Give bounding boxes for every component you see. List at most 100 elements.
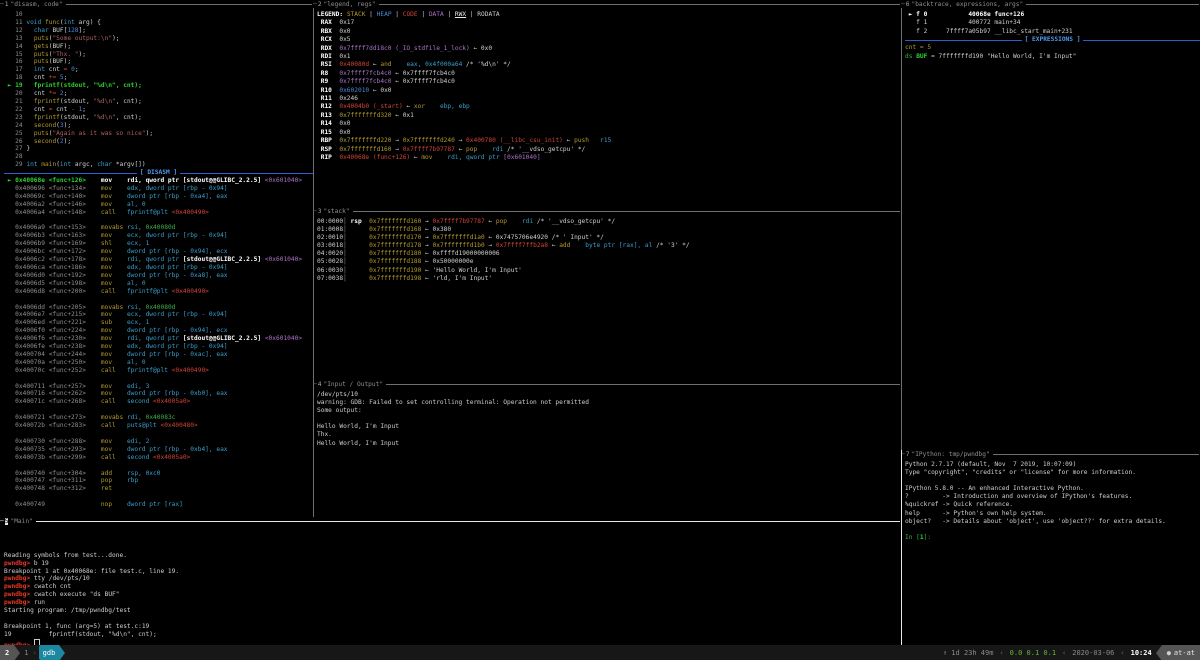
pane-title-text: "Main"	[10, 518, 32, 525]
pane-border-vertical-right-bottom[interactable]	[901, 450, 902, 645]
terminal-line: RDX 0x7ffff7dd18c0 (_IO_stdfile_1_lock) …	[317, 45, 901, 53]
terminal-line: 0x4006d5 <func+198> mov al, 0	[4, 280, 313, 288]
terminal-line: Type "copyright", "credits" or "license"…	[905, 469, 1200, 477]
session-indicator[interactable]: 2	[0, 645, 14, 660]
terminal-line: Python 2.7.17 (default, Nov 7 2019, 10:0…	[905, 461, 1200, 469]
terminal-line: 27 }	[4, 145, 313, 153]
terminal-line: pwndbg> cwatch cnt	[4, 583, 901, 591]
terminal-line: RAX 0x17	[317, 19, 901, 27]
uptime-icon: ↑	[943, 649, 947, 657]
border-line	[993, 454, 1199, 455]
terminal-line: Hello World, I'm Input	[317, 440, 901, 448]
pane-border-vertical-left[interactable]	[313, 8, 314, 517]
terminal-line: 0x40070a <func+250> mov al, 0	[4, 359, 313, 367]
terminal-line	[4, 544, 901, 552]
pane-title-text: "disasm, code"	[10, 1, 62, 8]
border-line	[379, 4, 900, 5]
terminal-line: Thx.	[317, 431, 901, 439]
pane-number: 3	[318, 208, 322, 215]
pane-title-registers: ─2"legend, regs"	[313, 0, 901, 8]
pane-ipython[interactable]: ─7"IPython: tmp/pwndbg" Python 2.7.17 (d…	[901, 450, 1200, 645]
terminal-line	[4, 528, 901, 536]
terminal-line: object? -> Details about 'object', use '…	[905, 518, 1200, 526]
tmux-status-bar: 2 1 › gdb ↑ 1d 23h 49m ‹ 0.0 0.1 0.1 ‹ 2…	[0, 645, 1200, 660]
terminal-line: RDI 0x1	[317, 53, 901, 61]
terminal-line: IPython 5.8.0 -- An enhanced Interactive…	[905, 485, 1200, 493]
terminal-line: 0x4006a2 <func+146> mov al, 0	[4, 201, 313, 209]
ipython-content: Python 2.7.17 (default, Nov 7 2019, 10:0…	[901, 458, 1200, 542]
terminal-line: 10	[4, 11, 313, 19]
gdb-console-content: Reading symbols from test...done.pwndbg>…	[0, 525, 901, 645]
pane-title-input-output: ─4"Input / Output"	[313, 380, 901, 388]
pane-border-vertical-right-top[interactable]	[901, 8, 902, 450]
terminal-line: LEGEND: STACK | HEAP | CODE | DATA | RWX…	[317, 11, 901, 19]
terminal-line: ► 19 fprintf(stdout, "%d\n", cnt);	[4, 82, 313, 90]
terminal-line: 15 puts("Thx. ");	[4, 51, 313, 59]
chevron-left-icon: ‹	[1118, 649, 1126, 657]
terminal-line: RBP 0x7fffffffd220 → 0x7fffffffd240 → 0x…	[317, 137, 901, 145]
pane-number: 4	[318, 381, 322, 388]
terminal-line	[4, 430, 313, 438]
pane-title-text: "Input / Output"	[323, 381, 383, 388]
terminal-line: Reading symbols from test...done.	[4, 552, 901, 560]
terminal-line: pwndbg> cwatch execute "ds BUF"	[4, 591, 901, 599]
terminal-line: 28	[4, 153, 313, 161]
pane-disasm-code[interactable]: ─1"disasm, code" 10 11 void func(int arg…	[0, 0, 313, 517]
pane-main-console[interactable]: ─5"Main" Reading symbols from test...don…	[0, 517, 901, 645]
chevron-left-icon: ‹	[1060, 649, 1068, 657]
terminal-line: 0x4006b9 <func+169> shl ecx, 1	[4, 240, 313, 248]
terminal-line: 18 cnt += 5;	[4, 74, 313, 82]
pane-number: 7	[906, 451, 910, 458]
terminal-line: ► f 0 40068e func+126	[905, 11, 1200, 19]
pane-registers[interactable]: ─2"legend, regs" LEGEND: STACK | HEAP | …	[313, 0, 901, 207]
terminal-line: pwndbg> run	[4, 599, 901, 607]
terminal-line: 0x40069c <func+140> mov dword ptr [rbp -…	[4, 193, 313, 201]
terminal-line: 0x4006a9 <func+153> movabs rsi, 0x40080d	[4, 224, 313, 232]
terminal-line	[905, 526, 1200, 534]
terminal-line: 07:0038│ 0x7fffffffd198 ← 'rld, I'm Inpu…	[317, 275, 901, 283]
terminal-line: RSI 0x40080d ← and eax, 0x4f000a64 /* '%…	[317, 61, 901, 69]
terminal-line: R10 0x602010 ← 0x0	[317, 87, 901, 95]
terminal-line: 0x400696 <func+134> mov edx, dword ptr […	[4, 185, 313, 193]
terminal-line: warning: GDB: Failed to set controlling …	[317, 399, 901, 407]
terminal-line: [ EXPRESSIONS ]	[905, 36, 1200, 44]
border-line	[66, 4, 312, 5]
terminal-line: help -> Python's own help system.	[905, 510, 1200, 518]
terminal-line: R13 0x7fffffffd320 ← 0x1	[317, 112, 901, 120]
terminal-line: RIP 0x40068e (func+126) ← mov rdi, qword…	[317, 154, 901, 162]
terminal-line: RCX 0x5	[317, 36, 901, 44]
terminal-line: 19 fprintf(stdout, "%d\n", cnt);	[4, 631, 901, 639]
pane-backtrace-expressions[interactable]: ─6"backtrace, expressions, args" ► f 0 4…	[901, 0, 1200, 450]
pane-input-output[interactable]: ─4"Input / Output" /dev/pts/10warning: G…	[313, 380, 901, 517]
terminal-line: 12 char BUF[128];	[4, 27, 313, 35]
window-name-label: gdb	[43, 649, 56, 657]
window-name-gdb[interactable]: gdb	[39, 645, 60, 660]
terminal-line: R15 0x0	[317, 129, 901, 137]
terminal-line: R8 0x7ffff7fcb4c0 ← 0x7ffff7fcb4c0	[317, 70, 901, 78]
terminal-line: 0x400735 <func+293> mov dword ptr [rbp -…	[4, 446, 313, 454]
terminal-line: Breakpoint 1 at 0x40068e: file test.c, l…	[4, 568, 901, 576]
pane-stack[interactable]: ─3"stack" 00:0000│ rsp 0x7fffffffd160 → …	[313, 207, 901, 380]
border-line	[353, 211, 900, 212]
terminal-line	[4, 615, 901, 623]
terminal-line: pwndbg> b 19	[4, 560, 901, 568]
chevron-left-icon: ‹	[997, 649, 1005, 657]
load-average: 0.0 0.1 0.1	[1006, 649, 1060, 657]
terminal-line: 0x4006fe <func+238> mov edx, dword ptr […	[4, 343, 313, 351]
terminal-line: 0x4006e7 <func+215> mov ecx, dword ptr […	[4, 311, 313, 319]
disasm-code-content: 10 11 void func(int arg) { 12 char BUF[1…	[0, 8, 313, 509]
terminal-line: 0x40073b <func+299> call second <0x4005a…	[4, 454, 313, 462]
input-output-content: /dev/pts/10warning: GDB: Failed to set c…	[313, 388, 901, 448]
terminal-line: 0x400704 <func+244> mov dword ptr [rbp -…	[4, 351, 313, 359]
terminal-line: Starting program: /tmp/pwndbg/test	[4, 607, 901, 615]
terminal-line: 0x4006bc <func+172> mov dword ptr [rbp -…	[4, 248, 313, 256]
window-index[interactable]: 1	[20, 649, 32, 657]
host-icon: ●	[1167, 649, 1171, 657]
terminal-line: 29 int main(int argc, char *argv[])	[4, 161, 313, 169]
registers-content: LEGEND: STACK | HEAP | CODE | DATA | RWX…	[313, 8, 901, 162]
terminal-line: RSP 0x7fffffffd160 → 0x7ffff7b97787 ← po…	[317, 146, 901, 154]
pane-title-disasm-code: ─1"disasm, code"	[0, 0, 313, 8]
status-time: 10:24	[1127, 649, 1156, 657]
terminal-line: 0x4006d8 <func+200> call fprintf@plt <0x…	[4, 288, 313, 296]
pane-title-main: ─5"Main"	[0, 517, 901, 525]
